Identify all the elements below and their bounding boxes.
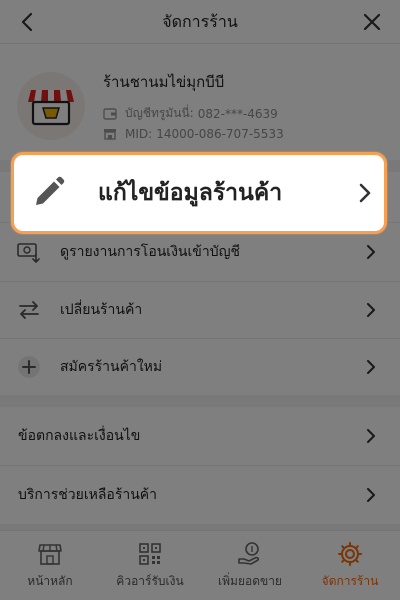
- chevron-right-icon: [359, 183, 371, 203]
- pencil-icon: [36, 176, 65, 205]
- shop-management-screen: จัดการร้าน ร้านชานมไข่มุกบีบี บัญชีทรูมั…: [0, 0, 400, 600]
- edit-shop-info-label: แก้ไขข้อมูลร้านค้า: [98, 180, 283, 206]
- dim-overlay: [0, 0, 400, 600]
- edit-shop-info-button[interactable]: แก้ไขข้อมูลร้านค้า: [11, 152, 387, 234]
